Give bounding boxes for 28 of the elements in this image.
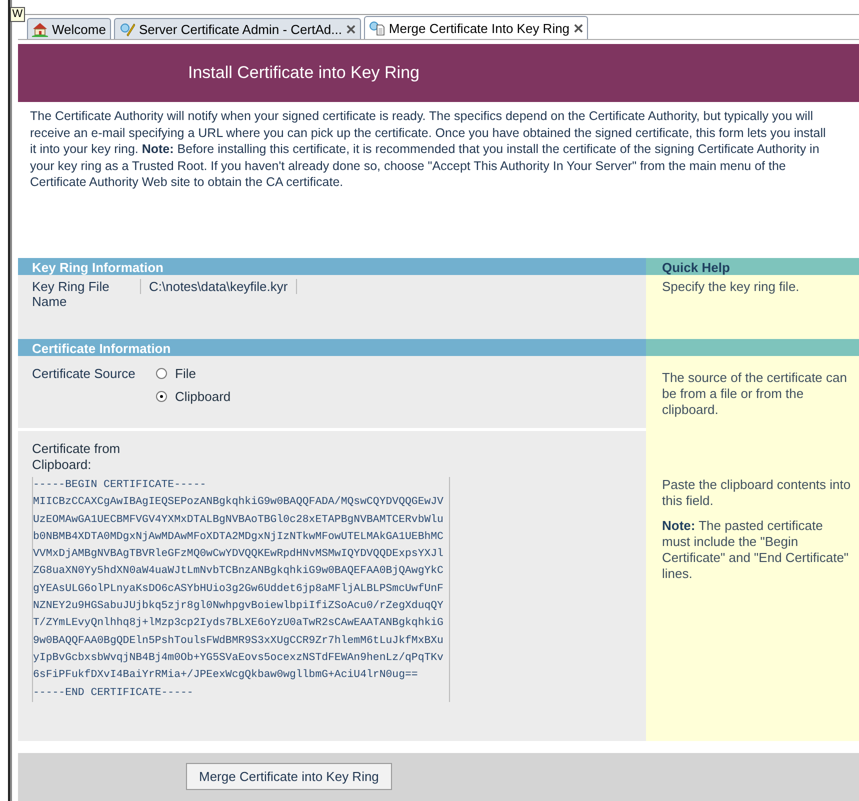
radio-button[interactable] xyxy=(156,391,167,402)
close-button[interactable]: × xyxy=(574,20,584,36)
app-badge: W xyxy=(10,7,25,22)
section-header: Certificate Information xyxy=(18,339,646,356)
help-text: Note: The pasted certificate must include the "Begin Certificate" and "End Certificate" lines. xyxy=(662,518,850,582)
key-ring-file-field[interactable]: C:\notes\data\keyfile.kyr xyxy=(140,279,297,294)
tab[interactable]: Server Certificate Admin - CertAd... × xyxy=(114,18,361,39)
help-header: Quick Help xyxy=(646,258,859,275)
field-label: Certificate from Clipboard: xyxy=(32,441,122,473)
intro-paragraph: The Certificate Authority will notify when your signed certificate is ready. The specifics depend on the Certificate Authority, but typically you will receive an e-mail specifying a URL where you can pick up the certificate. Once you have obtained the signed certificate, this form lets you install it into your key ring. Note: Before installing this certificate, it is recommended that you install the certificate of the signing Certificate Authority in your key ring as a Trusted Root. If you haven't already done so, choose "Accept This Authority In Your Server" from the main menu of the Certificate Authority Web site to obtain the CA certificate. xyxy=(30,108,827,191)
certificate-field[interactable]: -----BEGIN CERTIFICATE----- MIICBzCCAXCgAwIBAgIEQSEPozANBgkqhkiG9w0BAQQFADA/MQswCQYDVQQGEwJV UzEOMAwGA1UECBMFVGV4YXMxDTALBgNVBAoTBGl0c28xETAPBgNVBAMTCERvbWlu b0NBMB4XDTA0MDgxNjAwMDAwMFoXDTA2MDgxNjIzNTkwMFowUTELMAkGA1UEBhMC VVMxDjAMBgNVBAgTBVRleGFzMQ0wCwYDVQQKEwRpdHNvMSMwIQYDVQQDExpsYXJl ZG8uaXN0Yy5hdXN0aW4uaWJtLmNvbTCBnzANBgkqhkiG9w0BAQEFAA0BjQAwgYkC gYEAsULG6olPLnyaKsDO6cASYbHUio3g2Gw6Uddet6jp8aMFljALBLPSmcUwfUnF NZNEY2u9HGSabuJUjbkq5zjr8gl0NwhpgvBoiewlbpiIfiZSoAcu0/rZegXduqQY T/ZYmLEvyQnlhhq8j+lMzp3cp2Iyds7BLXE6oYzU0aTwR2sCAwEAATANBgkqhkiG 9w0BAQQFAA0BgQDEln5PshToulsFWdBMR9S3xXUgCCR9Zr7hlemM6tLuJkfMxBXu yIpBvGcbxsbWvqjNB4Bj4m0Ob+YG5SVaEovs5ocexzNSTdFEWAn9henLz/qPqTKv 6sFiPFukfDXvI4BaiYrRMia+/JPEexWcgQkbaw0wgllbmG+AciU4lrN0ug== -----END CERTIFICATE----- xyxy=(32,477,450,702)
field-label: Certificate Source xyxy=(32,366,136,383)
certificate-document-icon xyxy=(368,20,385,36)
radio-button[interactable] xyxy=(156,368,167,379)
certificate-pen-icon xyxy=(118,21,135,37)
radio-label: Clipboard xyxy=(175,389,231,404)
tab[interactable]: Welcome xyxy=(27,18,111,39)
help-text: Paste the clipboard contents into this field. xyxy=(662,477,852,509)
tab[interactable]: Merge Certificate Into Key Ring × xyxy=(364,16,588,39)
page-title: Install Certificate into Key Ring xyxy=(188,63,420,83)
field-label: Key Ring File Name xyxy=(32,279,110,311)
close-button[interactable]: × xyxy=(346,20,356,38)
house-icon xyxy=(32,21,48,37)
help-text: Specify the key ring file. xyxy=(662,279,800,295)
merge-certificate-button[interactable]: Merge Certificate into Key Ring xyxy=(186,763,392,790)
section-header: Key Ring Information xyxy=(18,258,646,275)
help-text: The source of the certificate can be from a file or from the clipboard. xyxy=(662,370,848,418)
radio-label: File xyxy=(175,366,196,381)
